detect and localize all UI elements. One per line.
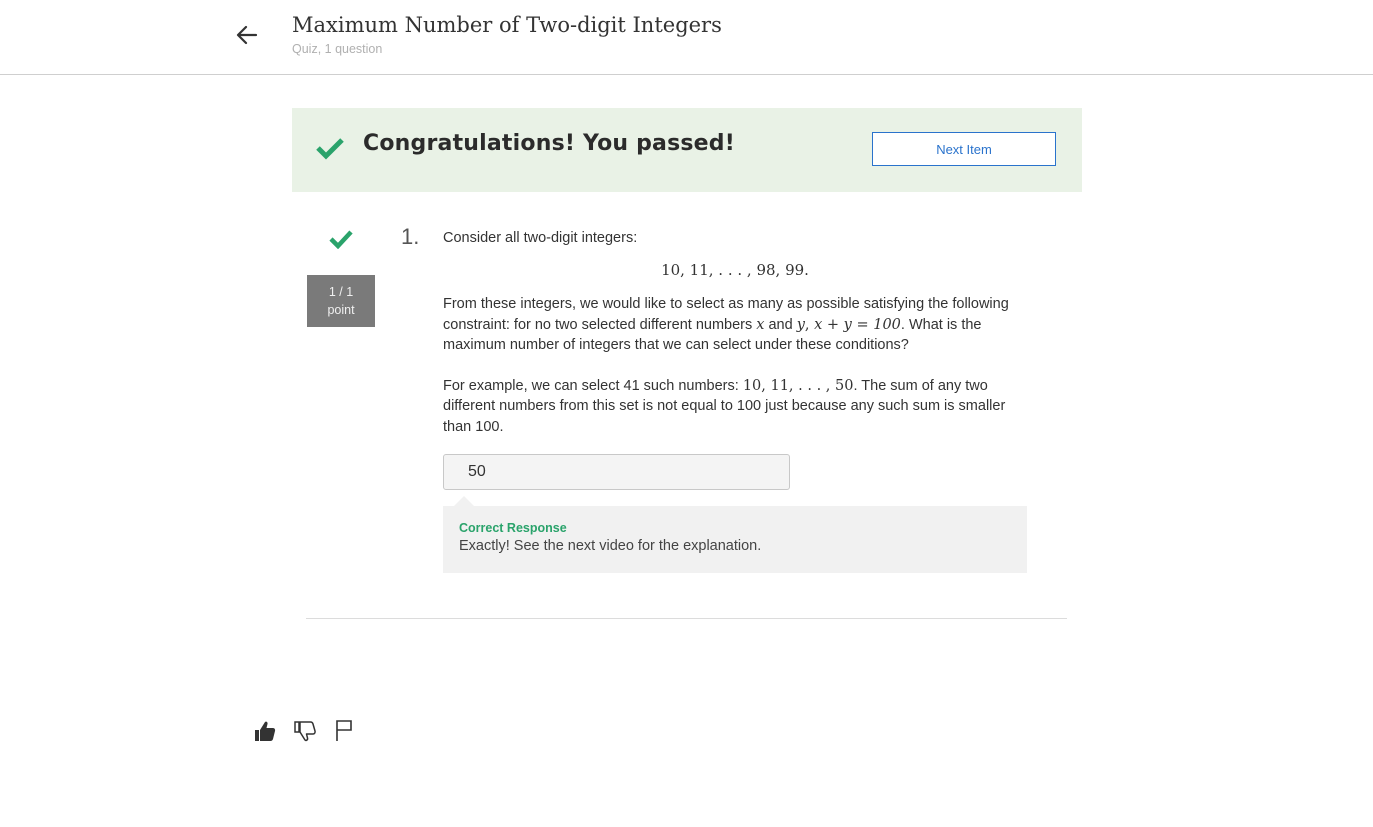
question-example: For example, we can select 41 such numbe… (443, 376, 1027, 438)
arrow-left-icon (236, 25, 258, 45)
points-badge: 1 / 1 point (307, 275, 375, 327)
question-correct-check-icon (329, 230, 353, 249)
back-button[interactable] (232, 20, 262, 50)
question-body: Consider all two-digit integers: 10, 11,… (443, 228, 1027, 437)
sequence-math: 10, 11, . . . , 98, 99. (661, 260, 809, 279)
question-number: 1. (401, 224, 420, 249)
check-icon (316, 138, 344, 160)
feedback-label: Correct Response (459, 521, 567, 535)
feedback-text: Exactly! See the next video for the expl… (459, 538, 762, 554)
question-constraint: From these integers, we would like to se… (443, 294, 1027, 356)
thumbs-down-icon[interactable] (292, 718, 318, 744)
feedback-pointer (454, 496, 474, 506)
page-title: Maximum Number of Two-digit Integers (292, 13, 722, 37)
question-intro: Consider all two-digit integers: (443, 230, 638, 246)
thumbs-up-icon[interactable] (252, 718, 278, 744)
points-label: point (327, 303, 355, 317)
example-math: 10, 11, . . . , 50 (742, 377, 854, 394)
feedback-box: Correct Response Exactly! See the next v… (443, 506, 1027, 573)
example-text-1: For example, we can select 41 such numbe… (443, 377, 743, 394)
pass-message: Congratulations! You passed! (363, 131, 735, 156)
quiz-header: Maximum Number of Two-digit Integers Qui… (0, 0, 1373, 75)
answer-input[interactable] (443, 454, 790, 490)
constraint-and: and (764, 316, 797, 333)
divider (306, 618, 1067, 619)
points-score: 1 / 1 (328, 285, 354, 299)
var-y: y (796, 316, 805, 333)
sum-equation: x + y = 100 (814, 316, 901, 333)
page-subtitle: Quiz, 1 question (292, 42, 383, 56)
flag-icon[interactable] (332, 718, 358, 744)
pass-banner: Congratulations! You passed! Next Item (292, 108, 1082, 192)
next-item-button[interactable]: Next Item (872, 132, 1056, 166)
constraint-comma: , (804, 316, 815, 333)
